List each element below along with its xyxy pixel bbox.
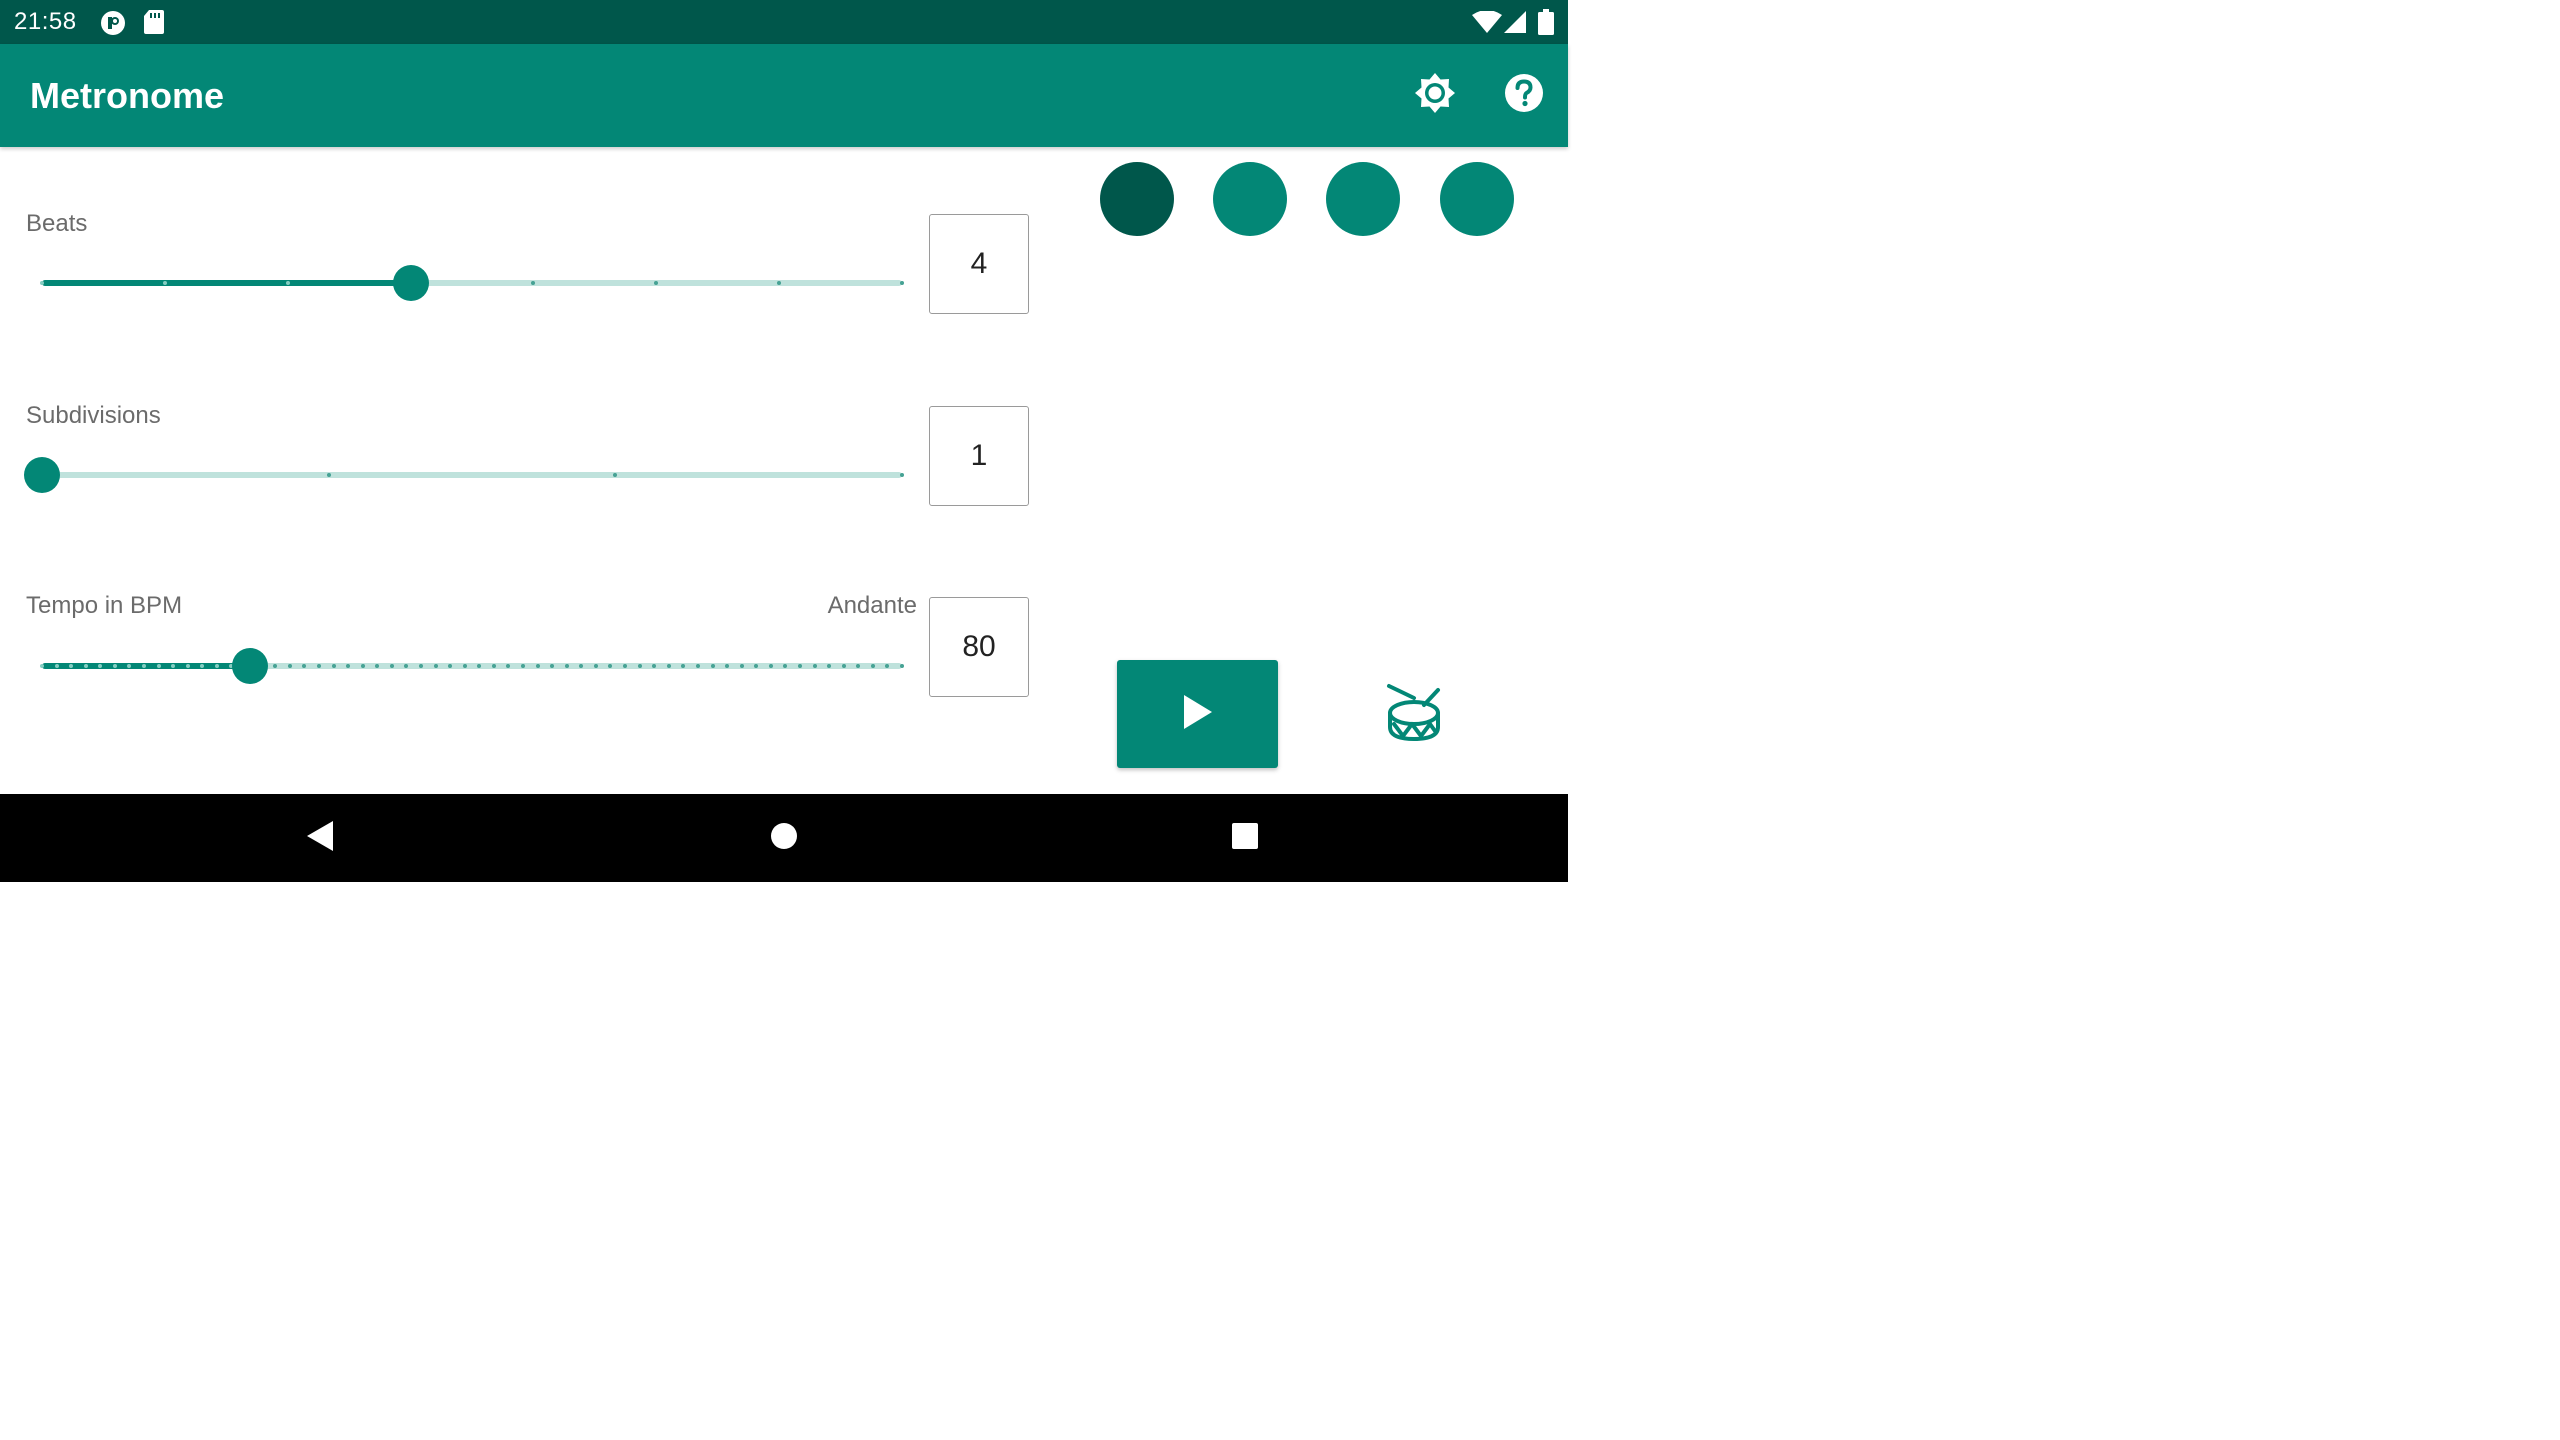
- slider-tick: [185, 664, 190, 668]
- slider-tick: [142, 664, 147, 668]
- play-icon: [1182, 694, 1214, 735]
- slider-tick: [433, 664, 438, 668]
- beat-indicator: [1100, 162, 1174, 236]
- navigation-bar: [0, 794, 1568, 882]
- slider-tick: [54, 664, 59, 668]
- brightness-settings-button[interactable]: [1410, 70, 1460, 120]
- help-icon: [1504, 73, 1544, 118]
- slider-tick: [768, 664, 773, 668]
- slider-tick: [112, 664, 117, 668]
- slider-tick: [739, 664, 744, 668]
- slider-tick: [666, 664, 671, 668]
- tempo-name: Andante: [827, 592, 917, 619]
- subdivisions-slider-track: [42, 472, 902, 478]
- back-icon: [305, 820, 335, 857]
- slider-tick: [214, 664, 219, 668]
- recents-icon: [1231, 822, 1259, 855]
- slider-tick: [162, 281, 167, 285]
- status-time: 21:58: [14, 8, 77, 35]
- slider-tick: [285, 281, 290, 285]
- slider-tick: [593, 664, 598, 668]
- app-notification-icon: [100, 10, 126, 41]
- slider-tick: [900, 473, 904, 477]
- slider-tick: [331, 664, 336, 668]
- slider-tick: [418, 664, 423, 668]
- slider-tick: [287, 664, 292, 668]
- slider-tick: [326, 473, 331, 477]
- beats-value-input[interactable]: 4: [929, 214, 1029, 314]
- beats-slider-fill: [42, 280, 411, 286]
- slider-tick: [564, 664, 569, 668]
- beats-slider-thumb[interactable]: [392, 265, 429, 301]
- subdivisions-label: Subdivisions: [26, 402, 161, 429]
- app-title: Metronome: [30, 75, 225, 116]
- beat-indicator: [1213, 162, 1287, 236]
- slider-tick: [40, 281, 44, 285]
- status-bar: 21:58: [0, 0, 1568, 44]
- beats-label: Beats: [26, 210, 88, 237]
- cell-signal-icon: [1504, 11, 1526, 38]
- slider-tick: [900, 281, 904, 285]
- tempo-slider-thumb[interactable]: [231, 648, 268, 684]
- subdivisions-slider-thumb[interactable]: [24, 457, 60, 493]
- beats-slider[interactable]: [26, 263, 918, 303]
- slider-tick: [462, 664, 467, 668]
- drum-icon: [1386, 683, 1444, 748]
- subdivisions-value-input[interactable]: 1: [929, 406, 1029, 506]
- back-button[interactable]: [296, 814, 344, 862]
- slider-tick: [870, 664, 875, 668]
- subdivisions-slider[interactable]: [24, 455, 918, 495]
- slider-tick: [40, 664, 44, 668]
- slider-tick: [900, 664, 904, 668]
- slider-tick: [156, 664, 161, 668]
- slider-tick: [637, 664, 642, 668]
- battery-icon: [1538, 9, 1554, 40]
- brightness-settings-icon: [1413, 71, 1457, 120]
- slider-tick: [491, 664, 496, 668]
- beat-indicator: [1440, 162, 1514, 236]
- sd-card-icon: [144, 10, 164, 39]
- sound-select-button[interactable]: [1380, 680, 1450, 750]
- slider-tick: [710, 664, 715, 668]
- tempo-value-input[interactable]: 80: [929, 597, 1029, 697]
- slider-tick: [360, 664, 365, 668]
- slider-tick: [389, 664, 394, 668]
- slider-tick: [812, 664, 817, 668]
- tempo-slider[interactable]: [26, 646, 918, 686]
- help-button[interactable]: [1499, 70, 1549, 120]
- recents-button[interactable]: [1221, 814, 1269, 862]
- play-button[interactable]: [1117, 660, 1278, 768]
- app-bar: Metronome: [0, 44, 1568, 147]
- home-icon: [770, 822, 798, 855]
- slider-tick: [83, 664, 88, 668]
- tempo-label: Tempo in BPM: [26, 592, 183, 619]
- wifi-icon: [1472, 10, 1502, 38]
- slider-tick: [695, 664, 700, 668]
- slider-tick: [521, 664, 526, 668]
- slider-tick: [535, 664, 540, 668]
- home-button[interactable]: [760, 814, 808, 862]
- slider-tick: [316, 664, 321, 668]
- beat-indicator: [1326, 162, 1400, 236]
- slider-tick: [797, 664, 802, 668]
- slider-tick: [841, 664, 846, 668]
